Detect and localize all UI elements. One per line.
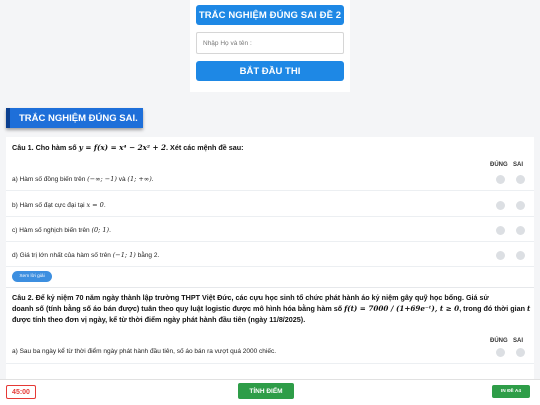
- option-a-true-radio[interactable]: [496, 175, 505, 184]
- question-2-title: Câu 2. Để kỷ niệm 70 năm ngày thành lập …: [12, 293, 531, 324]
- start-exam-button[interactable]: BẮT ĐẦU THI: [196, 61, 344, 81]
- print-a4-button[interactable]: IN ĐỀ A4: [492, 385, 530, 398]
- view-solution-button[interactable]: Xem lời giải: [12, 271, 52, 282]
- option-c-true-radio[interactable]: [496, 226, 505, 235]
- exam-title-button[interactable]: TRẮC NGHIỆM ĐÚNG SAI ĐỀ 2: [196, 5, 344, 25]
- submit-score-button[interactable]: TÍNH ĐIỂM: [238, 383, 294, 399]
- question-2-formula: f(t) = 7000 / (1+69e⁻ᵗ), t ≥ 0: [344, 304, 460, 313]
- question-1-option-c: c) Hàm số nghịch biến trên (0; 1).: [6, 218, 534, 242]
- q2-option-a-false-radio[interactable]: [516, 348, 525, 357]
- question-1-option-d: d) Giá trị lớn nhất của hàm số trên (−1;…: [6, 243, 534, 267]
- option-d-false-radio[interactable]: [516, 251, 525, 260]
- option-c-false-radio[interactable]: [516, 226, 525, 235]
- option-b-true-radio[interactable]: [496, 201, 505, 210]
- bottom-toolbar: 45:00 TÍNH ĐIỂM IN ĐỀ A4: [0, 379, 540, 405]
- name-input[interactable]: [196, 32, 344, 54]
- question-divider: [6, 287, 534, 288]
- option-d-true-radio[interactable]: [496, 251, 505, 260]
- question-1-formula: y = f(x) = x⁴ − 2x² + 2: [78, 143, 167, 152]
- question-2-option-a: a) Sau ba ngày kể từ thời điểm ngày phát…: [6, 340, 534, 364]
- question-1-title: Câu 1. Cho hàm số y = f(x) = x⁴ − 2x² + …: [12, 143, 244, 152]
- question-1-option-a: a) Hàm số đồng biến trên (−∞; −1) và (1;…: [6, 167, 534, 191]
- countdown-timer: 45:00: [6, 385, 36, 399]
- question-1-option-b: b) Hàm số đạt cực đại tại x = 0.: [6, 193, 534, 217]
- option-a-false-radio[interactable]: [516, 175, 525, 184]
- questions-panel: Câu 1. Cho hàm số y = f(x) = x⁴ − 2x² + …: [6, 137, 534, 380]
- q2-option-a-true-radio[interactable]: [496, 348, 505, 357]
- option-b-false-radio[interactable]: [516, 201, 525, 210]
- exam-start-card: TRẮC NGHIỆM ĐÚNG SAI ĐỀ 2 BẮT ĐẦU THI: [190, 0, 350, 92]
- section-title: TRẮC NGHIỆM ĐÚNG SAI.: [6, 108, 143, 128]
